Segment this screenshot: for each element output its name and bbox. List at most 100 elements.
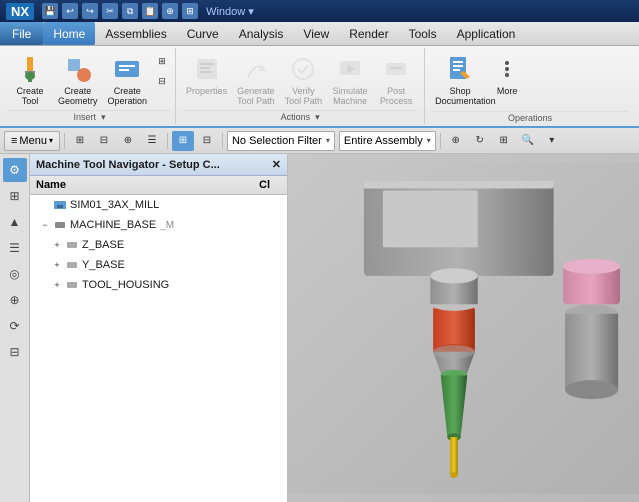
analysis-menu[interactable]: Analysis xyxy=(229,22,294,45)
col-name: Name xyxy=(30,178,257,192)
left-sidebar: ⚙ ⊞ ▲ ☰ ◎ ⊕ ⟳ ⊟ xyxy=(0,154,30,502)
tool-btn-4[interactable]: ☰ xyxy=(141,131,163,151)
expander-y-base[interactable]: + xyxy=(50,258,64,272)
assembly-arrow: ▾ xyxy=(427,136,431,145)
create-operation-button[interactable]: Create Operation xyxy=(104,50,152,110)
navigator-title: Machine Tool Navigator - Setup C... xyxy=(36,159,220,171)
copy-icon[interactable]: ⧉ xyxy=(122,3,138,19)
tool-btn-6[interactable]: ⊟ xyxy=(196,131,218,151)
actions-group-label[interactable]: Actions ▾ xyxy=(182,110,418,124)
more-label: More xyxy=(497,87,518,97)
tool-btn-3[interactable]: ⊕ xyxy=(117,131,139,151)
tools-menu[interactable]: Tools xyxy=(399,22,447,45)
tree-item-sim01[interactable]: SIM01_3AX_MILL xyxy=(30,195,287,215)
main-area: ⚙ ⊞ ▲ ☰ ◎ ⊕ ⟳ ⊟ Machine Tool Navigator -… xyxy=(0,154,639,502)
insert-group-label[interactable]: Insert ▾ xyxy=(8,110,171,124)
filter-dropdown[interactable]: No Selection Filter ▾ xyxy=(227,131,335,151)
y-base-label: Y_BASE xyxy=(82,259,125,271)
generate-icon xyxy=(240,53,272,85)
expander-sim01[interactable] xyxy=(38,198,52,212)
sidebar-list-icon[interactable]: ☰ xyxy=(3,236,27,260)
tree-item-z-base[interactable]: + Z_BASE xyxy=(30,235,287,255)
expander-z-base[interactable]: + xyxy=(50,238,64,252)
paste-icon[interactable]: 📋 xyxy=(142,3,158,19)
shop-documentation-button[interactable]: ShopDocumentation xyxy=(431,50,489,110)
undo-icon[interactable]: ↩ xyxy=(62,3,78,19)
more-toolbar-btn[interactable]: ▾ xyxy=(541,131,563,151)
verify-label: VerifyTool Path xyxy=(285,87,323,107)
properties-icon xyxy=(191,53,223,85)
application-menu[interactable]: Application xyxy=(447,22,526,45)
operations-group-label: Operations xyxy=(431,111,629,124)
tree-item-y-base[interactable]: + Y_BASE xyxy=(30,255,287,275)
verify-tool-path-button[interactable]: VerifyTool Path xyxy=(281,50,327,110)
create-geometry-button[interactable]: Create Geometry xyxy=(54,50,102,110)
machine-icon xyxy=(52,197,68,213)
menu-arrow: ▾ xyxy=(49,136,53,145)
properties-button[interactable]: Properties xyxy=(182,50,231,100)
rotate-btn[interactable]: ↻ xyxy=(469,131,491,151)
snap-btn[interactable]: ⊕ xyxy=(445,131,467,151)
redo-icon[interactable]: ↪ xyxy=(82,3,98,19)
more-title-icon[interactable]: ⊞ xyxy=(182,3,198,19)
small-icon-2[interactable]: ⊟ xyxy=(153,72,171,90)
create-tool-button[interactable]: Create Tool xyxy=(8,50,52,110)
sidebar-history-icon[interactable]: ⟳ xyxy=(3,314,27,338)
window-menu[interactable]: Window ▾ xyxy=(206,5,254,18)
assembly-dropdown[interactable]: Entire Assembly ▾ xyxy=(339,131,436,151)
navigator-header: Machine Tool Navigator - Setup C... ✕ xyxy=(30,154,287,176)
sidebar-nav-icon[interactable]: ⊞ xyxy=(3,184,27,208)
render-menu[interactable]: Render xyxy=(339,22,398,45)
sidebar-settings-icon[interactable]: ⚙ xyxy=(3,158,27,182)
create-tool-icon xyxy=(14,53,46,85)
view-menu[interactable]: View xyxy=(293,22,339,45)
title-bar: NX 💾 ↩ ↪ ✂ ⧉ 📋 ⊕ ⊞ Window ▾ xyxy=(0,0,639,22)
expander-tool-housing[interactable]: + xyxy=(50,278,64,292)
snap-icon[interactable]: ⊕ xyxy=(162,3,178,19)
generate-tool-path-button[interactable]: GenerateTool Path xyxy=(233,50,279,110)
separator-2 xyxy=(167,133,168,149)
tool-btn-5[interactable]: ⊞ xyxy=(172,131,194,151)
post-icon xyxy=(380,53,412,85)
create-tool-label: Create Tool xyxy=(16,87,43,107)
properties-label: Properties xyxy=(186,87,227,97)
tool-btn-2[interactable]: ⊟ xyxy=(93,131,115,151)
base-icon xyxy=(52,217,68,233)
menu-bar: File Home Assemblies Curve Analysis View… xyxy=(0,22,639,46)
tool-housing-icon xyxy=(64,277,80,293)
file-menu[interactable]: File xyxy=(0,22,43,45)
cut-icon[interactable]: ✂ xyxy=(102,3,118,19)
home-menu[interactable]: Home xyxy=(43,22,95,45)
separator-3 xyxy=(222,133,223,149)
fit-btn[interactable]: ⊞ xyxy=(493,131,515,151)
create-geometry-icon xyxy=(62,53,94,85)
separator-4 xyxy=(440,133,441,149)
menu-label: Menu xyxy=(19,135,47,147)
curve-menu[interactable]: Curve xyxy=(177,22,229,45)
machine-base-suffix: _M xyxy=(160,220,174,231)
save-icon[interactable]: 💾 xyxy=(42,3,58,19)
tree-item-machine-base[interactable]: − MACHINE_BASE _M xyxy=(30,215,287,235)
sidebar-grid-icon[interactable]: ⊟ xyxy=(3,340,27,364)
filter-label: No Selection Filter xyxy=(232,135,322,147)
sidebar-view-icon[interactable]: ◎ xyxy=(3,262,27,286)
more-button[interactable]: More xyxy=(491,50,523,100)
simulate-machine-button[interactable]: SimulateMachine xyxy=(328,50,372,110)
tree-item-tool-housing[interactable]: + TOOL_HOUSING xyxy=(30,275,287,295)
assemblies-menu[interactable]: Assemblies xyxy=(95,22,176,45)
sidebar-add-icon[interactable]: ⊕ xyxy=(3,288,27,312)
tool-btn-1[interactable]: ⊞ xyxy=(69,131,91,151)
sidebar-up-icon[interactable]: ▲ xyxy=(3,210,27,234)
navigator-close-icon[interactable]: ✕ xyxy=(272,158,281,171)
menu-button[interactable]: ≡ Menu ▾ xyxy=(4,131,60,151)
tool-housing-label: TOOL_HOUSING xyxy=(82,279,169,291)
expander-machine-base[interactable]: − xyxy=(38,218,52,232)
toolbar-row: ≡ Menu ▾ ⊞ ⊟ ⊕ ☰ ⊞ ⊟ No Selection Filter… xyxy=(0,128,639,154)
small-icon-1[interactable]: ⊞ xyxy=(153,52,171,70)
separator-1 xyxy=(64,133,65,149)
z-base-icon xyxy=(64,237,80,253)
assembly-label: Entire Assembly xyxy=(344,135,423,147)
post-process-button[interactable]: PostProcess xyxy=(374,50,418,110)
zoom-btn[interactable]: 🔍 xyxy=(517,131,539,151)
machine-base-label: MACHINE_BASE xyxy=(70,219,156,231)
